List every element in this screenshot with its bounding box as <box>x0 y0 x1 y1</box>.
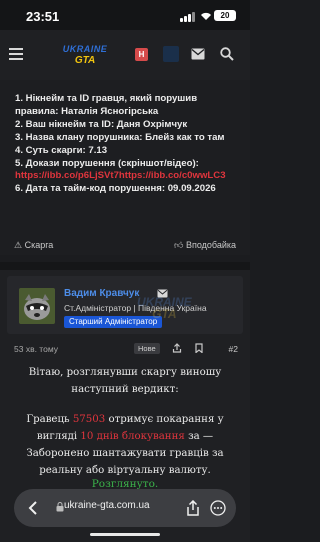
complaint-post: 1. Нікнейм та ID гравця, який порушив пр… <box>0 80 250 255</box>
penalty-text: 10 днів блокування <box>80 431 185 442</box>
violator-id: 57503 <box>72 414 106 425</box>
back-chevron-icon[interactable] <box>26 500 42 516</box>
author-avatar[interactable] <box>19 288 55 324</box>
site-header: UKRAINE GTA H <box>0 30 250 80</box>
report-button[interactable]: ⚠ Скарга <box>14 240 53 251</box>
battery-icon: 20 <box>214 10 236 21</box>
site-logo[interactable]: UKRAINE GTA <box>62 43 108 69</box>
verdict-body: Вітаю, розглянувши скаргу виношу наступн… <box>20 364 230 492</box>
complaint-line: 5. Докази порушення (скріншот/відео): <box>15 157 199 169</box>
raccoon-icon <box>19 288 55 324</box>
author-box: Вадим Кравчук Ст.Адміністратор | Південн… <box>7 276 243 334</box>
lock-icon <box>56 502 64 512</box>
browser-toolbar: ukraine-gta.com.ua <box>14 489 236 527</box>
envelope-icon[interactable] <box>191 48 205 60</box>
complaint-line: 2. Ваш нікнейм та ID: Даня Охрімчук <box>15 118 188 130</box>
share-icon[interactable] <box>186 500 200 516</box>
menu-icon[interactable] <box>9 48 23 60</box>
logo-text-top: UKRAINE <box>62 44 108 54</box>
post-divider <box>0 262 250 270</box>
more-icon[interactable] <box>210 500 226 516</box>
address-bar[interactable]: ukraine-gta.com.ua <box>64 500 150 511</box>
like-label: Вподобайка <box>185 240 236 250</box>
complaint-body: 1. Нікнейм та ID гравця, який порушив пр… <box>15 93 243 196</box>
home-indicator[interactable] <box>90 533 160 536</box>
post-meta: 53 хв. тому Нове #2 <box>14 343 238 357</box>
post-number[interactable]: #2 <box>229 344 238 354</box>
notifications-button[interactable]: H <box>135 48 148 61</box>
author-name[interactable]: Вадим Кравчук <box>64 288 139 299</box>
logo-watermark: UKRAINE GTA <box>137 296 192 320</box>
verdict-text-part: Гравець <box>26 414 73 425</box>
status-bar: 23:51 20 <box>0 0 250 30</box>
user-avatar[interactable] <box>163 46 179 62</box>
share-icon[interactable] <box>172 343 182 353</box>
logo-text-bottom: GTA <box>74 55 96 66</box>
signal-icon <box>180 12 196 22</box>
warning-icon: ⚠ <box>14 240 25 250</box>
post-timestamp[interactable]: 53 хв. тому <box>14 344 58 354</box>
complaint-line: 4. Суть скарги: 7.13 <box>15 144 108 156</box>
new-badge: Нове <box>134 343 160 354</box>
like-button[interactable]: 👍︎ Вподобайка <box>174 240 236 251</box>
verdict-intro: Вітаю, розглянувши скаргу виношу наступн… <box>28 367 222 395</box>
watermark-text-bottom: GTA <box>152 307 177 321</box>
verdict-text: Гравець 57503 отримує покарання у вигляд… <box>20 411 230 479</box>
post-actions: ⚠ Скарга 👍︎ Вподобайка <box>14 240 236 254</box>
search-icon[interactable] <box>220 47 234 61</box>
report-label: Скарга <box>24 240 54 250</box>
complaint-line: 6. Дата та тайм-код порушення: 09.09.202… <box>15 183 216 195</box>
status-time: 23:51 <box>26 9 60 24</box>
wifi-icon <box>201 12 211 20</box>
complaint-line: 1. Нікнейм та ID гравця, який порушив пр… <box>15 93 198 117</box>
thumbs-up-icon: 👍︎ <box>174 240 186 250</box>
evidence-link[interactable]: https://ibb.co/p6LjSVt7https://ibb.co/c0… <box>15 170 243 183</box>
complaint-line: 3. Назва клану порушника: Блейз как то т… <box>15 131 225 143</box>
bookmark-icon[interactable] <box>194 343 204 353</box>
